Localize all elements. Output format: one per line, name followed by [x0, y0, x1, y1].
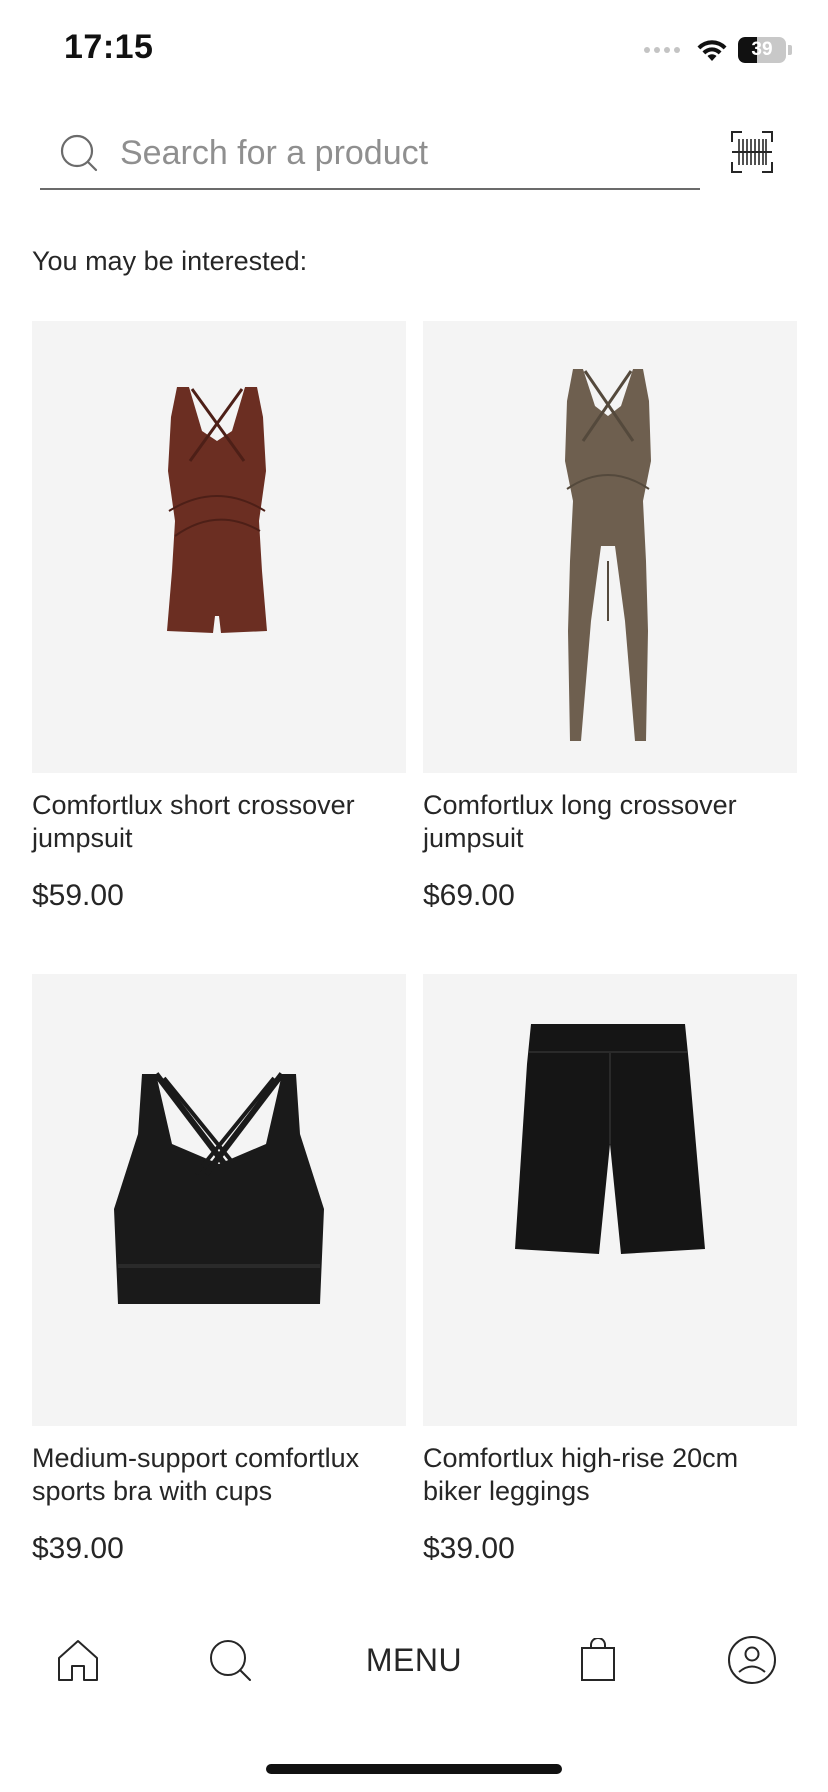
battery-cap [788, 45, 792, 55]
product-name[interactable]: Comfortlux short crossover jumpsuit [32, 789, 406, 855]
battery-icon: 39 [738, 37, 786, 63]
nav-bag-button[interactable] [568, 1620, 628, 1700]
product-image[interactable] [423, 321, 797, 773]
user-icon [728, 1636, 776, 1684]
long-jumpsuit-image [565, 369, 651, 741]
home-icon [58, 1640, 98, 1681]
home-indicator [266, 1764, 562, 1774]
product-name[interactable]: Medium-support comfortlux sports bra wit… [32, 1442, 406, 1508]
sports-bra-image [114, 1072, 324, 1304]
battery-level: 39 [751, 39, 773, 60]
barcode-scanner-button[interactable] [728, 128, 776, 176]
barcode-scan-icon [731, 131, 773, 173]
product-name[interactable]: Comfortlux long crossover jumpsuit [423, 789, 797, 855]
bottom-nav: MENU [0, 1620, 828, 1700]
cellular-signal-icon [644, 47, 680, 53]
product-card[interactable]: Comfortlux short crossover jumpsuit $59.… [32, 321, 406, 974]
wifi-icon [697, 40, 727, 61]
search-icon [210, 1640, 251, 1681]
status-time: 17:15 [64, 28, 154, 66]
shopping-bag-icon [581, 1638, 615, 1681]
nav-home-button[interactable] [48, 1620, 108, 1700]
product-price: $39.00 [32, 1532, 124, 1565]
product-card[interactable]: Comfortlux long crossover jumpsuit $69.0… [423, 321, 797, 974]
product-price: $59.00 [32, 879, 124, 912]
product-image[interactable] [423, 974, 797, 1426]
search-input[interactable] [118, 132, 682, 174]
product-card[interactable]: Comfortlux high-rise 20cm biker leggings… [423, 974, 797, 1627]
nav-search-button[interactable] [200, 1620, 260, 1700]
status-indicators: 39 [644, 30, 792, 70]
product-name[interactable]: Comfortlux high-rise 20cm biker leggings [423, 1442, 797, 1508]
menu-label: MENU [365, 1641, 463, 1678]
biker-leggings-image [515, 1024, 705, 1254]
product-price: $69.00 [423, 879, 515, 912]
product-image[interactable] [32, 321, 406, 773]
nav-account-button[interactable] [722, 1620, 782, 1700]
search-icon [54, 128, 104, 178]
search-bar[interactable] [40, 118, 700, 190]
short-jumpsuit-image [167, 387, 267, 633]
product-card[interactable]: Medium-support comfortlux sports bra wit… [32, 974, 406, 1627]
nav-menu-button[interactable]: MENU [354, 1620, 474, 1700]
status-bar: 17:15 39 [0, 0, 828, 100]
product-price: $39.00 [423, 1532, 515, 1565]
product-grid: Comfortlux short crossover jumpsuit $59.… [32, 321, 797, 1627]
section-heading: You may be interested: [32, 246, 308, 276]
product-image[interactable] [32, 974, 406, 1426]
